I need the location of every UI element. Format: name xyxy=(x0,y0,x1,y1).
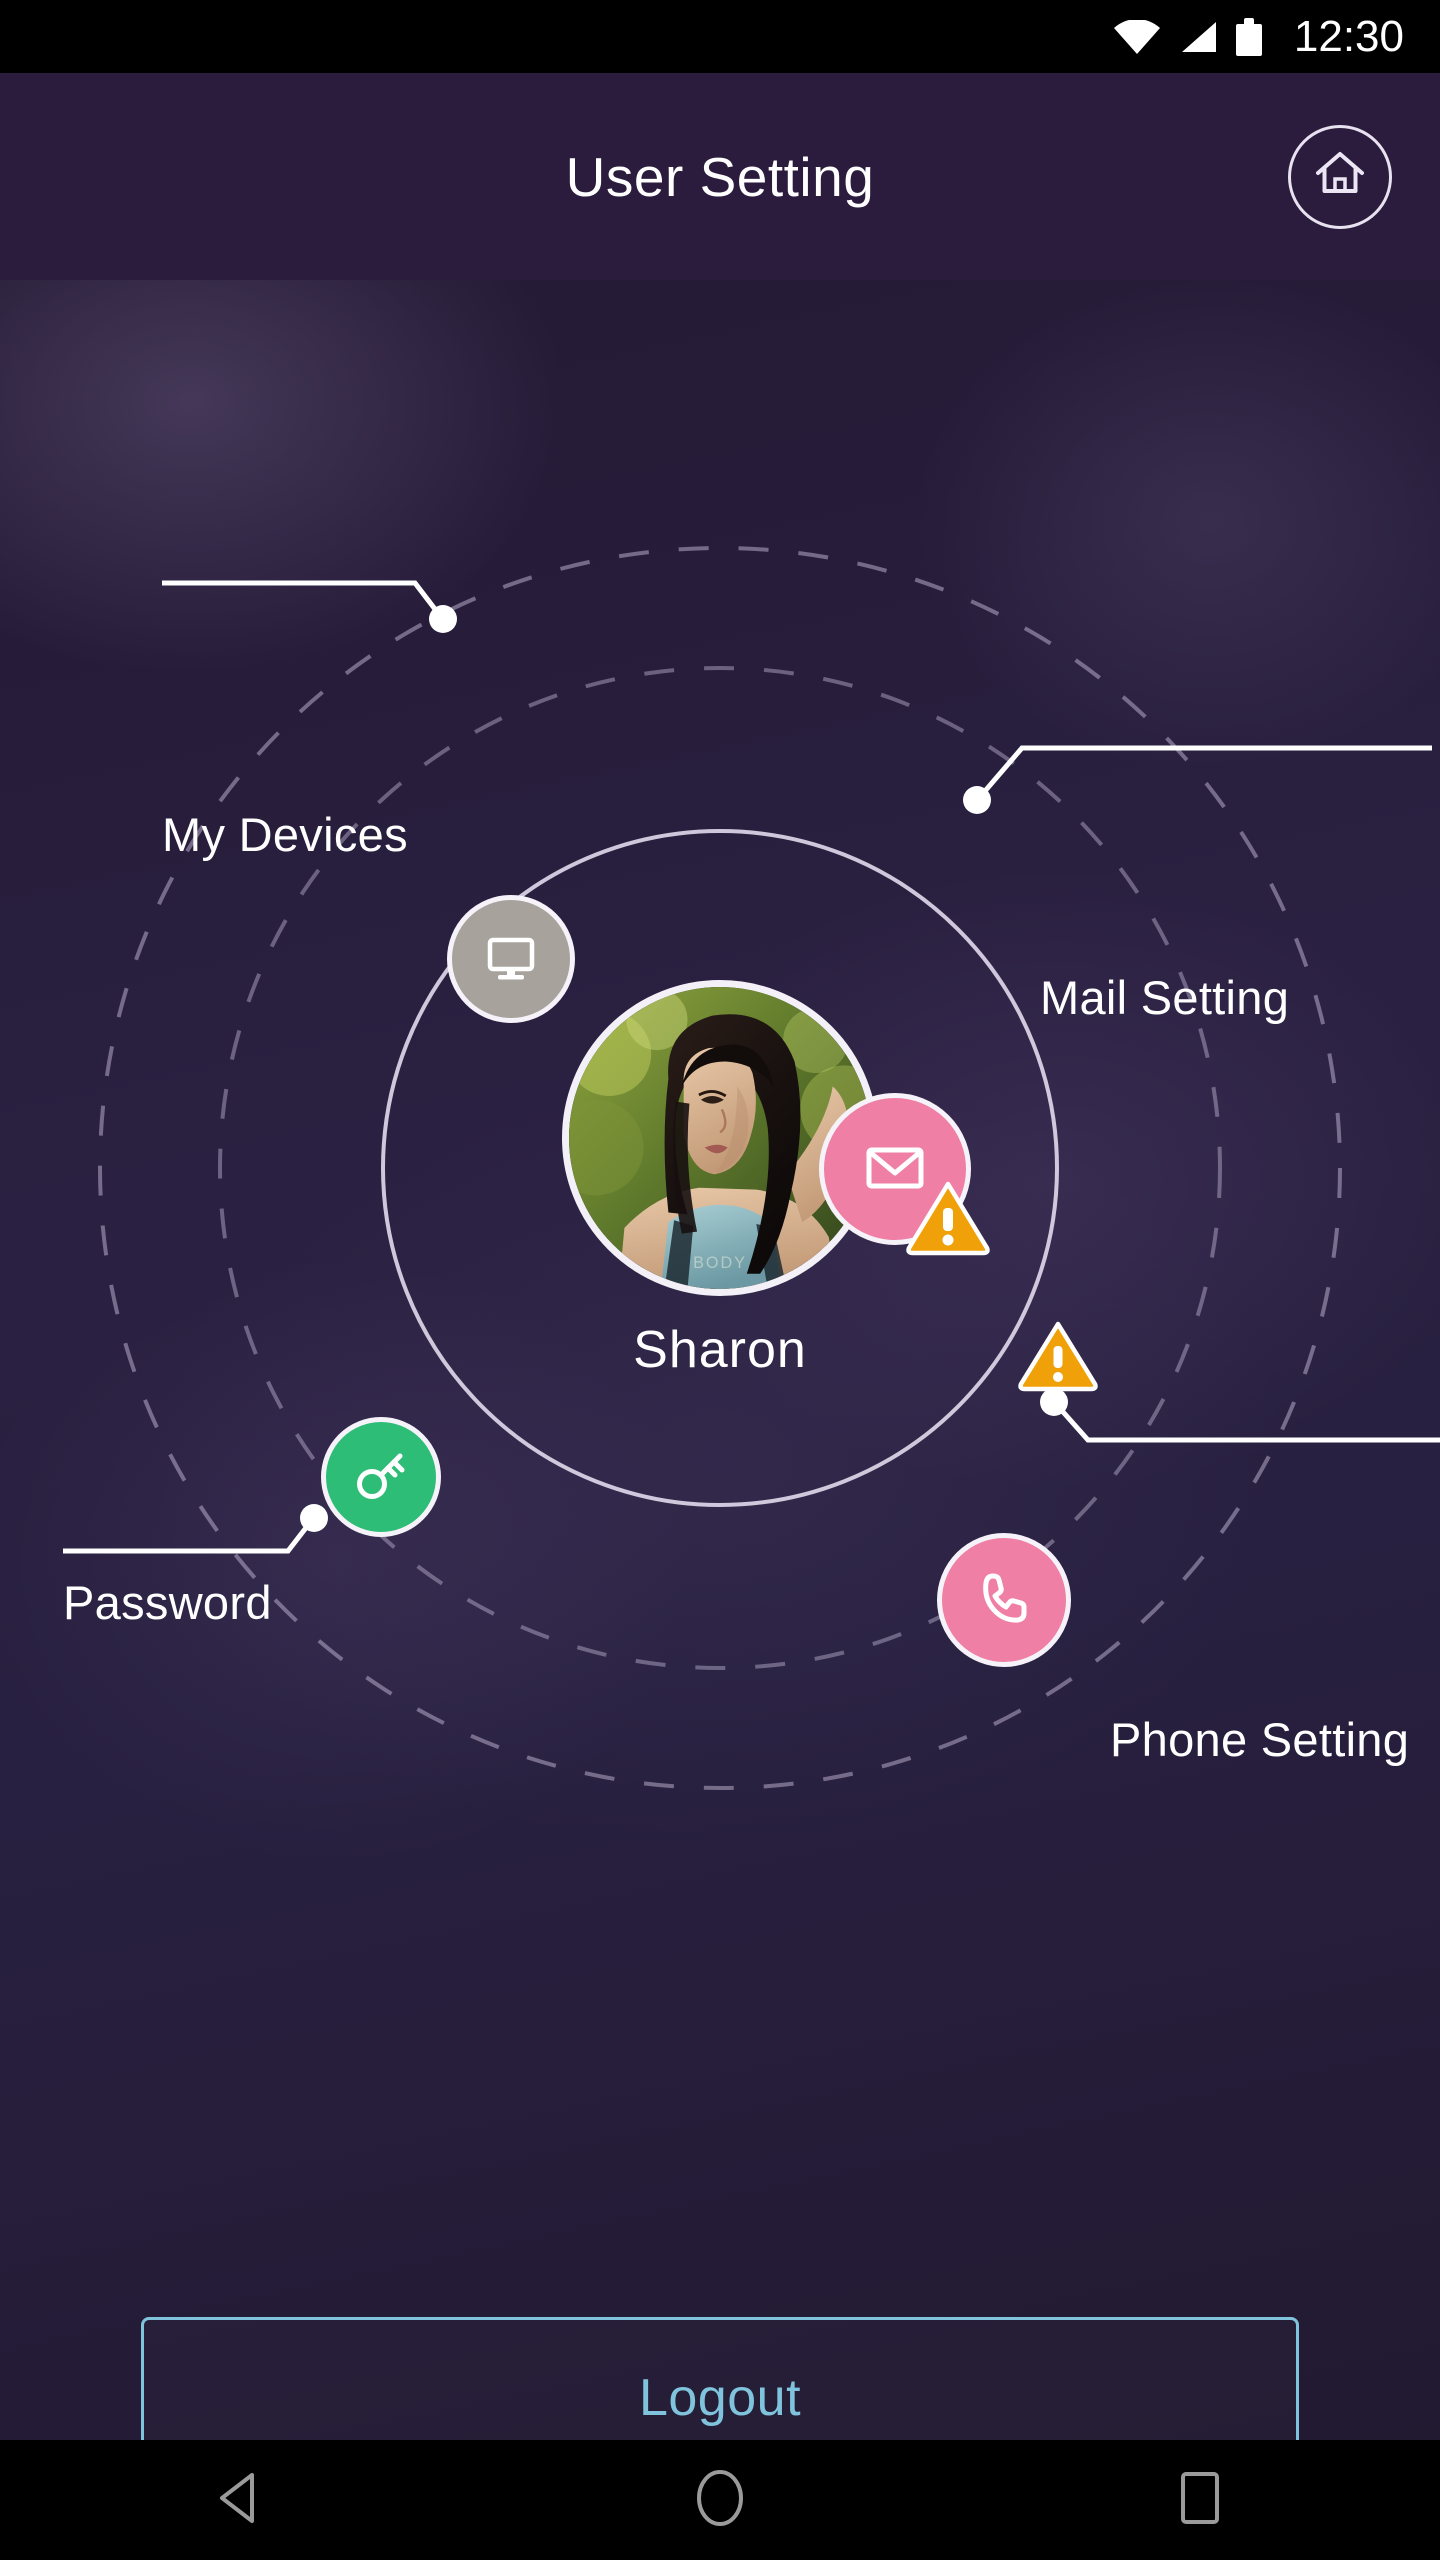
nav-home-button[interactable] xyxy=(620,2440,820,2560)
connector-password xyxy=(63,1504,328,1554)
logout-label: Logout xyxy=(638,2369,802,2427)
page-title: User Setting xyxy=(565,145,875,208)
home-circle-icon xyxy=(693,2467,747,2534)
envelope-icon xyxy=(857,1129,933,1210)
user-name: Sharon xyxy=(633,1321,807,1379)
key-icon xyxy=(350,1444,412,1511)
back-triangle-icon xyxy=(212,2469,268,2532)
orbit-node-password[interactable] xyxy=(321,1417,441,1537)
settings-canvas: BODY Sharon My Devices Mail Setting Pass… xyxy=(0,280,1440,2440)
orbit-node-phone-setting[interactable] xyxy=(937,1533,1071,1667)
status-bar-icons: 12:30 xyxy=(1113,11,1404,62)
battery-icon xyxy=(1235,17,1262,56)
home-button[interactable] xyxy=(1288,124,1392,229)
app-header: User Setting xyxy=(0,73,1440,280)
orbit-label-phone-setting[interactable]: Phone Setting xyxy=(1110,1712,1409,1767)
wifi-icon xyxy=(1113,19,1160,54)
orbit-label-my-devices[interactable]: My Devices xyxy=(162,807,408,862)
monitor-icon xyxy=(480,926,542,993)
home-icon xyxy=(1312,146,1368,207)
status-bar-clock: 12:30 xyxy=(1293,11,1404,61)
connector-my-devices xyxy=(162,580,457,633)
status-bar: 12:30 xyxy=(0,0,1440,73)
android-nav-bar xyxy=(0,2440,1440,2560)
orbit-node-my-devices[interactable] xyxy=(447,895,575,1023)
connector-mail-setting xyxy=(963,745,1432,814)
recents-square-icon xyxy=(1176,2467,1224,2534)
connector-phone-setting xyxy=(1040,1388,1440,1443)
orbit-label-password[interactable]: Password xyxy=(63,1575,272,1630)
cellular-signal-icon xyxy=(1178,20,1218,54)
orbit-label-mail-setting[interactable]: Mail Setting xyxy=(1040,970,1289,1025)
orbit-node-mail-setting[interactable] xyxy=(819,1093,971,1245)
svg-text:BODY: BODY xyxy=(693,1254,747,1272)
logout-button[interactable]: Logout xyxy=(141,2317,1299,2440)
nav-recents-button[interactable] xyxy=(1100,2440,1300,2560)
phone-screen: 12:30 User Setting BODY Sharon My Device… xyxy=(0,0,1440,2560)
nav-back-button[interactable] xyxy=(140,2440,340,2560)
phone-handset-icon xyxy=(971,1565,1037,1636)
